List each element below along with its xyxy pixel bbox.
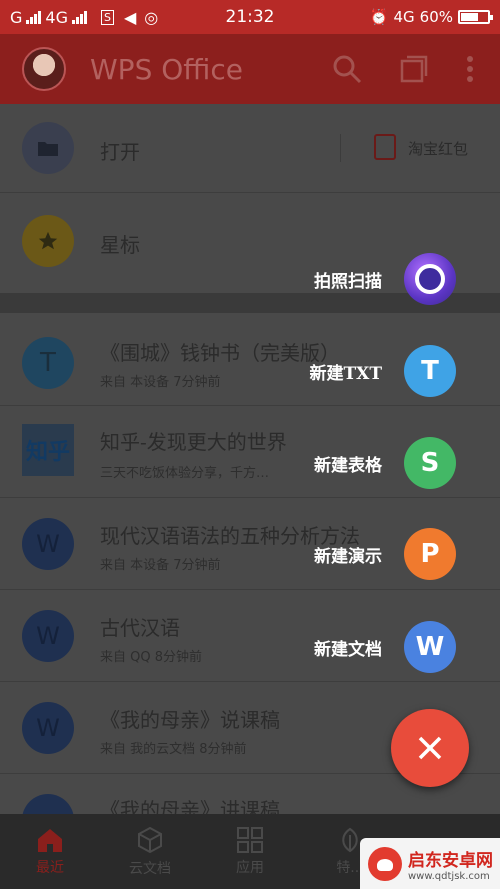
nav-label: 最近 bbox=[36, 859, 64, 876]
fab-label: 新建表格 bbox=[314, 455, 382, 476]
file-subtitle: 来自 本设备 7分钟前 bbox=[100, 375, 221, 390]
file-subtitle: 来自 我的云文档 8分钟前 bbox=[100, 742, 247, 757]
open-label: 打开 bbox=[100, 140, 140, 164]
red-packet-icon[interactable] bbox=[374, 134, 396, 160]
battery-percent: 60% bbox=[419, 8, 453, 26]
fab-label: 新建演示 bbox=[314, 546, 382, 567]
grid-icon bbox=[237, 826, 263, 853]
eye-icon: ◎ bbox=[144, 7, 159, 27]
zhihu-icon: 知乎 bbox=[22, 424, 74, 476]
doc-file-icon: W bbox=[22, 518, 74, 570]
camera-scan-icon[interactable] bbox=[404, 253, 456, 305]
nav-cloud[interactable]: 云文档 bbox=[100, 814, 200, 889]
file-subtitle: 三天不吃饭体验分享，千方… bbox=[100, 466, 270, 481]
close-icon bbox=[418, 736, 442, 760]
home-icon bbox=[38, 828, 62, 852]
close-fab-button[interactable] bbox=[391, 709, 469, 787]
file-subtitle: 来自 QQ 8分钟前 bbox=[100, 650, 203, 665]
nav-recent[interactable]: 最近 bbox=[0, 814, 100, 889]
fab-label: 新建TXT bbox=[309, 363, 383, 384]
folder-icon bbox=[22, 122, 74, 174]
signal-bars-2-icon bbox=[71, 10, 87, 24]
new-doc-menu-item[interactable]: 新建文档 W bbox=[314, 621, 456, 673]
signal-bars-icon bbox=[26, 10, 42, 24]
nav-label: 应用 bbox=[236, 859, 264, 876]
file-subtitle: 来自 本设备 7分钟前 bbox=[100, 558, 221, 573]
fab-label: 拍照扫描 bbox=[314, 271, 382, 292]
app-actions bbox=[332, 54, 474, 84]
file-title: 《围城》钱钟书（完美版） bbox=[100, 341, 340, 365]
sheet-icon[interactable]: S bbox=[404, 437, 456, 489]
fab-label: 新建文档 bbox=[314, 639, 382, 660]
file-title: 知乎-发现更大的世界 bbox=[100, 430, 287, 454]
doc-file-icon bbox=[22, 794, 74, 814]
multi-window-icon[interactable] bbox=[400, 55, 428, 83]
new-presentation-menu-item[interactable]: 新建演示 P bbox=[314, 528, 456, 580]
file-title: 《我的母亲》讲课稿 bbox=[100, 798, 280, 814]
battery-icon bbox=[458, 10, 493, 24]
status-bar: G 4G S ◀ ◎ 21:32 ⏰ 4G 60% bbox=[0, 0, 500, 34]
carrier-1: G bbox=[10, 7, 23, 27]
new-txt-menu-item[interactable]: 新建TXT T bbox=[309, 345, 456, 397]
carrier-2: 4G bbox=[45, 7, 68, 27]
nav-label: 云文档 bbox=[129, 860, 171, 877]
nav-apps[interactable]: 应用 bbox=[200, 814, 300, 889]
alarm-icon: ⏰ bbox=[369, 8, 389, 26]
file-title: 古代汉语 bbox=[100, 616, 180, 640]
watermark-logo-icon bbox=[368, 846, 402, 881]
signal-area: G 4G S ◀ ◎ bbox=[10, 8, 158, 27]
network-type: 4G bbox=[393, 8, 415, 26]
search-icon[interactable] bbox=[332, 54, 362, 84]
presentation-icon[interactable]: P bbox=[404, 528, 456, 580]
avatar[interactable] bbox=[22, 47, 66, 91]
watermark-url: www.qdtjsk.com bbox=[408, 870, 490, 882]
scan-menu-item[interactable]: 拍照扫描 bbox=[314, 253, 456, 305]
star-label: 星标 bbox=[100, 233, 140, 257]
status-right: ⏰ 4G 60% bbox=[369, 8, 493, 26]
app-bar: WPS Office bbox=[0, 34, 500, 104]
new-sheet-menu-item[interactable]: 新建表格 S bbox=[314, 437, 456, 489]
watermark: 启东安卓网 www.qdtjsk.com bbox=[360, 838, 500, 889]
file-title: 《我的母亲》说课稿 bbox=[100, 708, 280, 732]
doc-file-icon: W bbox=[22, 610, 74, 662]
promo-label[interactable]: 淘宝红包 bbox=[408, 138, 468, 159]
watermark-name: 启东安卓网 bbox=[408, 850, 493, 871]
watermark-text: 启东安卓网 www.qdtjsk.com bbox=[408, 846, 493, 882]
cube-icon bbox=[138, 826, 162, 853]
sim-icon: S bbox=[100, 9, 114, 25]
more-icon[interactable] bbox=[466, 55, 474, 83]
divider-line bbox=[340, 134, 341, 162]
star-icon bbox=[22, 215, 74, 267]
app-title: WPS Office bbox=[90, 52, 243, 86]
open-row[interactable]: 打开 淘宝红包 bbox=[0, 104, 500, 192]
txt-icon[interactable]: T bbox=[404, 345, 456, 397]
txt-file-icon: T bbox=[22, 337, 74, 389]
doc-file-icon: W bbox=[22, 702, 74, 754]
mute-icon: ◀ bbox=[123, 7, 137, 27]
doc-icon[interactable]: W bbox=[404, 621, 456, 673]
